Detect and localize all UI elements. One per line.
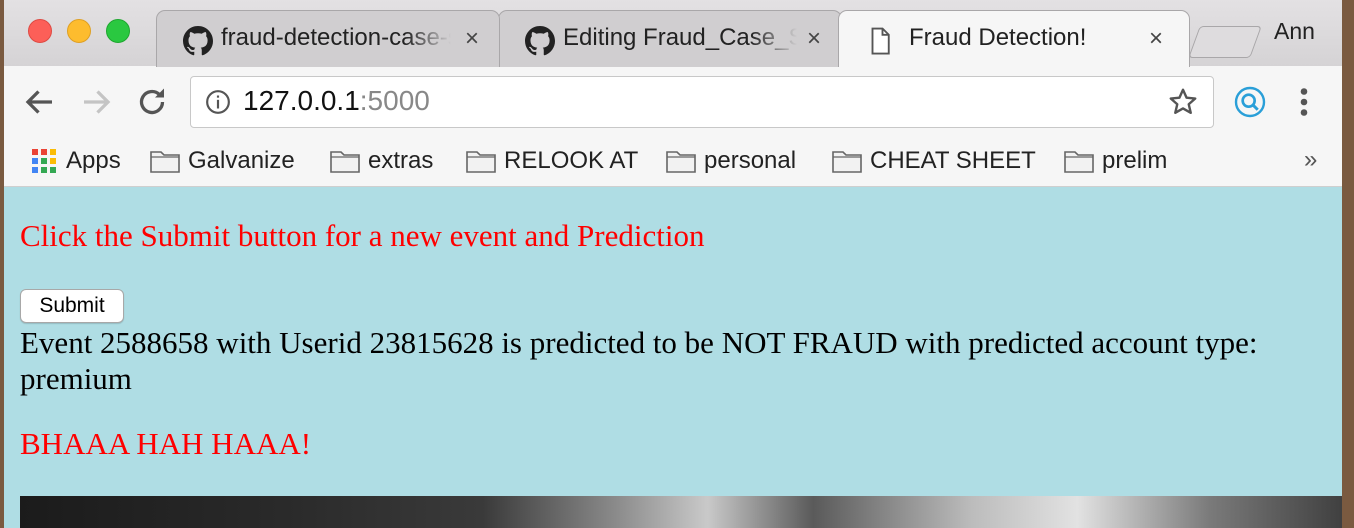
- page-content: Click the Submit button for a new event …: [4, 187, 1342, 528]
- github-icon: [525, 26, 555, 56]
- submit-button[interactable]: Submit: [20, 289, 124, 323]
- minimize-window-button[interactable]: [67, 19, 91, 43]
- search-extension-icon[interactable]: [1234, 86, 1266, 118]
- browser-window: fraud-detection-case-study × Editing Fra…: [4, 0, 1342, 528]
- page-image: [20, 496, 1342, 528]
- address-bar[interactable]: 127.0.0.1:5000: [190, 76, 1214, 128]
- bookmark-apps[interactable]: Apps: [30, 144, 121, 178]
- maximize-window-button[interactable]: [106, 19, 130, 43]
- bookmark-folder-galvanize[interactable]: Galvanize: [150, 144, 295, 178]
- tab-close-button[interactable]: ×: [1149, 25, 1163, 53]
- info-icon[interactable]: [205, 89, 231, 115]
- folder-icon: [1064, 151, 1094, 173]
- profile-name[interactable]: Ann: [1274, 18, 1315, 45]
- folder-icon: [832, 151, 862, 173]
- folder-icon: [330, 151, 360, 173]
- menu-kebab-icon[interactable]: [1292, 84, 1316, 120]
- bookmark-folder-cheat-sheet[interactable]: CHEAT SHEET: [832, 144, 1036, 178]
- bookmark-label: prelim: [1102, 147, 1168, 174]
- bookmark-folder-relook-at[interactable]: RELOOK AT: [466, 144, 638, 178]
- prediction-result-text: Event 2588658 with Userid 23815628 is pr…: [20, 325, 1258, 396]
- bookmark-label: Galvanize: [188, 147, 295, 174]
- folder-icon: [150, 151, 180, 173]
- github-icon: [183, 26, 213, 56]
- bookmarks-bar: Apps Galvanize extras RELOOK AT personal…: [4, 138, 1342, 187]
- bookmark-label: personal: [704, 147, 797, 174]
- apps-grid-icon: [32, 149, 56, 173]
- tab-title: Editing Fraud_Case_Study: [563, 24, 797, 51]
- tab-title: Fraud Detection!: [909, 24, 1087, 51]
- url-host: 127.0.0.1: [243, 85, 360, 116]
- bookmark-label: CHEAT SHEET: [870, 147, 1036, 174]
- tab-close-button[interactable]: ×: [465, 25, 479, 53]
- page-icon: [871, 27, 890, 55]
- tab-editing-notebook[interactable]: Editing Fraud_Case_Study ×: [498, 10, 842, 67]
- bookmark-folder-personal[interactable]: personal: [666, 144, 796, 178]
- folder-icon: [466, 151, 496, 173]
- tab-title: fraud-detection-case-study: [221, 24, 451, 51]
- reload-icon[interactable]: [134, 84, 170, 120]
- forward-arrow-icon[interactable]: [78, 84, 114, 120]
- bookmark-label: RELOOK AT: [504, 147, 639, 174]
- instruction-text: Click the Submit button for a new event …: [20, 218, 705, 253]
- folder-icon: [666, 151, 696, 173]
- bookmark-folder-prelim[interactable]: prelim: [1064, 144, 1167, 178]
- bookmark-label: extras: [368, 147, 434, 174]
- tab-github-repo[interactable]: fraud-detection-case-study ×: [156, 10, 500, 67]
- bookmark-folder-extras[interactable]: extras: [330, 144, 433, 178]
- tab-strip: fraud-detection-case-study × Editing Fra…: [4, 0, 1342, 67]
- url-port: :5000: [359, 85, 430, 116]
- new-tab-button[interactable]: [1188, 26, 1262, 58]
- laugh-text: BHAAA HAH HAAA!: [20, 426, 312, 461]
- back-arrow-icon[interactable]: [22, 84, 58, 120]
- bookmarks-overflow-chevron-icon[interactable]: »: [1304, 146, 1317, 174]
- toolbar: 127.0.0.1:5000: [4, 66, 1342, 138]
- tab-close-button[interactable]: ×: [807, 25, 821, 53]
- tab-fraud-detection[interactable]: Fraud Detection! ×: [838, 10, 1190, 67]
- bookmark-star-icon[interactable]: [1167, 86, 1199, 118]
- bookmark-label: Apps: [66, 147, 121, 174]
- url-text: 127.0.0.1:5000: [243, 85, 430, 117]
- close-window-button[interactable]: [28, 19, 52, 43]
